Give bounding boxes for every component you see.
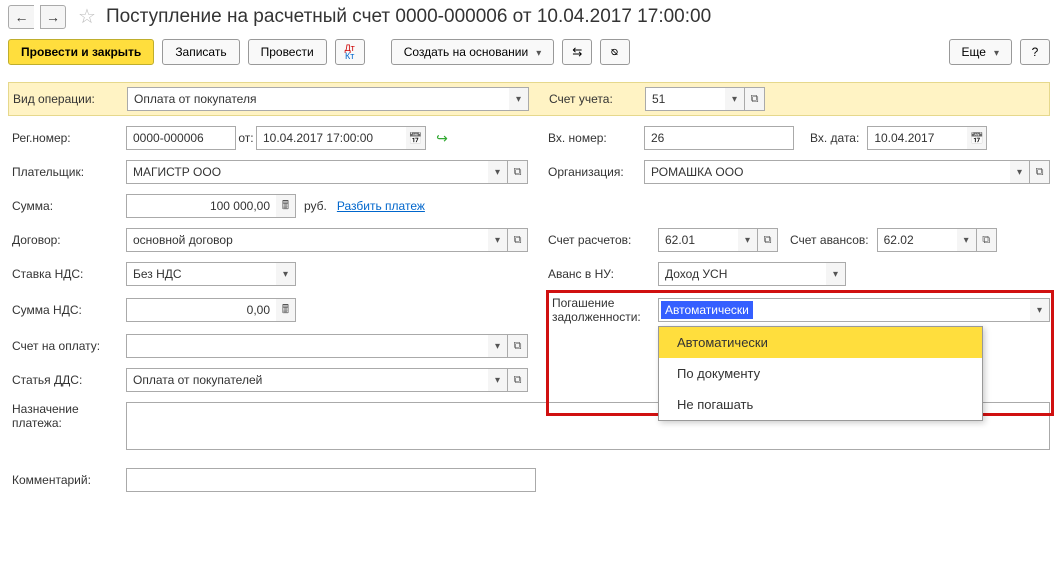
advance-acc-open-button[interactable] [977, 228, 997, 252]
vat-sum-label: Сумма НДС: [8, 303, 126, 317]
advance-nu-input[interactable]: Доход УСН [658, 262, 826, 286]
settle-acc-dropdown-button[interactable] [738, 228, 758, 252]
account-input[interactable]: 51 [645, 87, 725, 111]
account-open-button[interactable] [745, 87, 765, 111]
operation-type-dropdown-button[interactable] [509, 87, 529, 111]
payer-dropdown-button[interactable] [488, 160, 508, 184]
vat-sum-input[interactable]: 0,00 [126, 298, 276, 322]
payer-label: Плательщик: [8, 165, 126, 179]
dds-label: Статья ДДС: [8, 373, 126, 387]
org-open-button[interactable] [1030, 160, 1050, 184]
org-label: Организация: [548, 165, 644, 179]
reg-number-input[interactable]: 0000-000006 [126, 126, 236, 150]
contract-label: Договор: [8, 233, 126, 247]
reg-number-label: Рег.номер: [8, 131, 126, 145]
invoice-label: Счет на оплату: [8, 339, 126, 353]
dds-open-button[interactable] [508, 368, 528, 392]
debt-repayment-dropdown-button[interactable] [1030, 298, 1050, 322]
advance-acc-label: Счет авансов: [790, 233, 869, 247]
dds-input[interactable]: Оплата от покупателей [126, 368, 488, 392]
vat-sum-calc-button[interactable] [276, 298, 296, 322]
contract-open-button[interactable] [508, 228, 528, 252]
debt-repayment-input[interactable]: Автоматически [658, 298, 1030, 322]
sync-icon[interactable]: ↪ [430, 130, 454, 147]
advance-acc-input[interactable]: 62.02 [877, 228, 957, 252]
operation-type-label: Вид операции: [9, 92, 127, 106]
help-button[interactable]: ? [1020, 39, 1050, 65]
from-label: от: [236, 131, 256, 145]
nav-back-button[interactable]: ← [8, 5, 34, 29]
sum-label: Сумма: [8, 199, 126, 213]
advance-acc-dropdown-button[interactable] [957, 228, 977, 252]
page-title: Поступление на расчетный счет 0000-00000… [106, 6, 711, 28]
comment-input[interactable] [126, 468, 536, 492]
payer-input[interactable]: МАГИСТР ООО [126, 160, 488, 184]
contract-input[interactable]: основной договор [126, 228, 488, 252]
purpose-label: Назначение платежа: [8, 402, 126, 430]
in-date-input[interactable]: 10.04.2017 [867, 126, 967, 150]
paperclip-icon: ⌀ [608, 48, 622, 55]
in-number-input[interactable]: 26 [644, 126, 794, 150]
debt-repayment-dropdown[interactable]: Автоматически По документу Не погашать [658, 326, 983, 421]
in-date-label: Вх. дата: [810, 131, 859, 145]
debt-repayment-label: Погашение задолженности: [548, 296, 658, 324]
settle-acc-input[interactable]: 62.01 [658, 228, 738, 252]
create-based-on-button[interactable]: Создать на основании [391, 39, 555, 65]
dtkt-icon: ДтКт [345, 44, 355, 60]
debit-credit-button[interactable]: ДтКт [335, 39, 365, 65]
help-icon: ? [1032, 45, 1039, 59]
org-dropdown-button[interactable] [1010, 160, 1030, 184]
vat-rate-dropdown-button[interactable] [276, 262, 296, 286]
advance-nu-label: Аванс в НУ: [548, 267, 658, 281]
account-label: Счет учета: [549, 92, 645, 106]
in-date-calendar-button[interactable] [967, 126, 987, 150]
sum-input[interactable]: 100 000,00 [126, 194, 276, 218]
structure-button[interactable]: ⇆ [562, 39, 592, 65]
org-input[interactable]: РОМАШКА ООО [644, 160, 1010, 184]
invoice-dropdown-button[interactable] [488, 334, 508, 358]
settle-acc-open-button[interactable] [758, 228, 778, 252]
payer-open-button[interactable] [508, 160, 528, 184]
split-payment-link[interactable]: Разбить платеж [337, 199, 425, 213]
contract-dropdown-button[interactable] [488, 228, 508, 252]
currency-label: руб. [304, 199, 327, 213]
account-dropdown-button[interactable] [725, 87, 745, 111]
dds-dropdown-button[interactable] [488, 368, 508, 392]
invoice-open-button[interactable] [508, 334, 528, 358]
post-button[interactable]: Провести [248, 39, 327, 65]
in-number-label: Вх. номер: [548, 131, 644, 145]
dropdown-option-by-document[interactable]: По документу [659, 358, 982, 389]
comment-label: Комментарий: [8, 473, 126, 487]
nav-forward-button[interactable]: → [40, 5, 66, 29]
vat-rate-label: Ставка НДС: [8, 267, 126, 281]
date-calendar-button[interactable] [406, 126, 426, 150]
dropdown-option-auto[interactable]: Автоматически [659, 327, 982, 358]
operation-type-input[interactable]: Оплата от покупателя [127, 87, 509, 111]
structure-icon: ⇆ [572, 45, 582, 59]
sum-calc-button[interactable] [276, 194, 296, 218]
attachment-button[interactable]: ⌀ [600, 39, 630, 65]
date-input[interactable]: 10.04.2017 17:00:00 [256, 126, 406, 150]
invoice-input[interactable] [126, 334, 488, 358]
post-and-close-button[interactable]: Провести и закрыть [8, 39, 154, 65]
vat-rate-input[interactable]: Без НДС [126, 262, 276, 286]
settle-acc-label: Счет расчетов: [548, 233, 658, 247]
advance-nu-dropdown-button[interactable] [826, 262, 846, 286]
more-button[interactable]: Еще [949, 39, 1012, 65]
favorite-star-icon[interactable]: ☆ [78, 4, 96, 29]
save-button[interactable]: Записать [162, 39, 239, 65]
dropdown-option-no-repay[interactable]: Не погашать [659, 389, 982, 420]
